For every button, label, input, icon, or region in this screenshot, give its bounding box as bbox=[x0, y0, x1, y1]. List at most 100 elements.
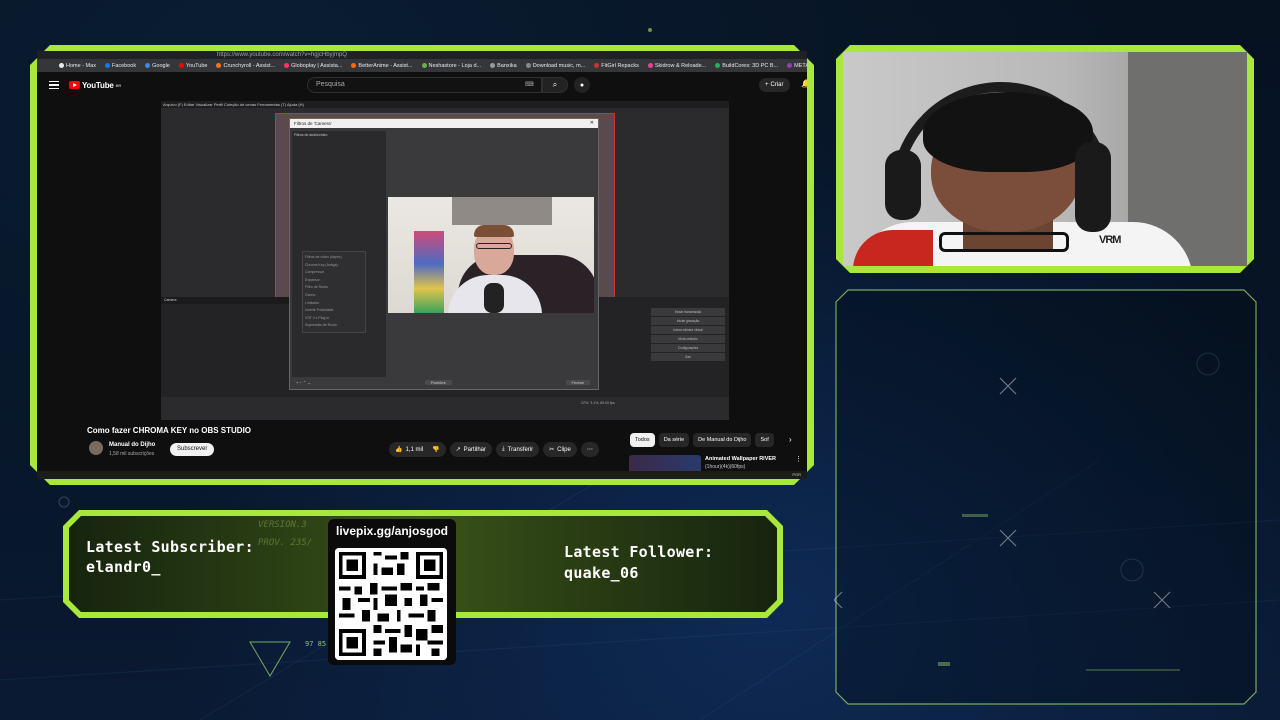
channel-name[interactable]: Manual do Dijho bbox=[109, 442, 155, 448]
filter-chip[interactable]: Todos bbox=[630, 433, 655, 447]
youtube-logo[interactable]: YouTube BR bbox=[69, 81, 121, 90]
address-bar[interactable]: https://www.youtube.com/watch?v=hgjcHbyj… bbox=[37, 51, 807, 59]
context-menu-item[interactable]: VST 2.x Plug-in bbox=[305, 315, 363, 323]
filter-chip[interactable]: Da série bbox=[658, 433, 690, 447]
create-button[interactable]: + Criar bbox=[759, 78, 790, 92]
obs-control-button[interactable]: Iniciar transmissão bbox=[651, 308, 725, 316]
bookmark-item[interactable]: Globoplay | Assista... bbox=[284, 63, 342, 69]
mic-icon[interactable]: ● bbox=[574, 77, 590, 93]
share-button[interactable]: ↗ Partilhar bbox=[449, 442, 493, 457]
obs-control-button[interactable]: Configurações bbox=[651, 344, 725, 352]
bookmark-item[interactable]: Skidrow & Reloade... bbox=[647, 63, 706, 69]
bell-icon[interactable]: 🔔 bbox=[801, 79, 807, 88]
filter-chip[interactable]: De Manual do Dijho bbox=[693, 433, 752, 447]
filter-chip[interactable]: Sof bbox=[755, 433, 774, 447]
download-icon: ⤓ bbox=[502, 446, 505, 452]
shirt-logo: VRM bbox=[1099, 234, 1121, 246]
bookmark-item[interactable]: META do WARZO... bbox=[787, 63, 807, 69]
avatar[interactable] bbox=[89, 441, 103, 455]
add-remove-icons[interactable]: + − ⌃ ⌄ bbox=[296, 380, 311, 385]
context-menu-item[interactable]: Expansor bbox=[305, 277, 363, 285]
dialog-footer: + − ⌃ ⌄ Padrões Fechar bbox=[292, 378, 594, 386]
bookmark-item[interactable]: YouTube bbox=[178, 63, 207, 69]
bookmark-icon bbox=[421, 63, 427, 68]
share-icon: ↗ bbox=[455, 447, 461, 453]
close-icon[interactable]: ✕ bbox=[590, 119, 594, 128]
latest-subscriber-name: elandr0_ bbox=[86, 558, 161, 576]
bookmark-icon bbox=[178, 63, 184, 68]
latest-follower-label: Latest Follower: bbox=[564, 543, 714, 561]
bookmark-item[interactable]: Banxika bbox=[490, 63, 517, 69]
bookmark-item[interactable]: Home - Max bbox=[59, 63, 96, 69]
bookmark-item[interactable]: Neshastore - Loja d... bbox=[421, 63, 481, 69]
dialog-title: Filtros de 'Camera' ✕ bbox=[290, 119, 598, 128]
context-menu-item[interactable]: Ganho bbox=[305, 292, 363, 300]
bookmark-item[interactable]: Google bbox=[145, 63, 170, 69]
bookmark-item[interactable]: FitGirl Repacks bbox=[594, 63, 639, 69]
close-button[interactable]: Fechar bbox=[565, 379, 590, 385]
search-icon: ⌕ bbox=[552, 80, 558, 89]
obs-control-button[interactable]: Modo estúdio bbox=[651, 335, 725, 343]
scissors-icon: ✂ bbox=[549, 447, 555, 453]
chevron-right-icon[interactable]: › bbox=[789, 435, 792, 444]
bookmark-item[interactable]: BetterAnime - Assist... bbox=[351, 63, 413, 69]
video-player[interactable]: Arquivo (F) Editar Visualizar Perfil Col… bbox=[161, 101, 729, 420]
context-menu-item[interactable]: Limitador bbox=[305, 300, 363, 308]
chat-panel bbox=[834, 289, 1257, 705]
qr-code[interactable] bbox=[335, 548, 447, 660]
filters-label: Filtros de áudio/vídeo bbox=[294, 133, 328, 137]
obs-control-button[interactable]: Iniciar gravação bbox=[651, 317, 725, 325]
context-menu-item[interactable]: Invertir Polaridade bbox=[305, 307, 363, 315]
language-indicator[interactable]: POR bbox=[792, 472, 801, 477]
like-button[interactable]: 👍 1,1 mil 👎 bbox=[389, 442, 446, 457]
video-actions: 👍 1,1 mil 👎 ↗ Partilhar ⤓ Transferir ✂ Clipe … bbox=[389, 442, 599, 457]
bookmark-icon bbox=[715, 63, 721, 68]
bookmark-icon bbox=[525, 63, 531, 68]
bookmark-icon bbox=[145, 63, 151, 68]
recommendation-chips: Todos Da série De Manual do Dijho Sof bbox=[630, 433, 774, 447]
obs-control-button[interactable]: Iniciar câmera virtual bbox=[651, 326, 725, 334]
thumbs-up-icon: 👍 bbox=[395, 447, 403, 453]
bookmark-icon bbox=[59, 63, 64, 68]
video-title: Como fazer CHROMA KEY no OBS STUDIO bbox=[87, 426, 252, 435]
context-menu-item[interactable]: Filtros de vídeo (Async) bbox=[305, 254, 363, 262]
more-icon: ⋯ bbox=[586, 447, 593, 453]
obs-filters-dialog: Filtros de 'Camera' ✕ Filtros de áudio/v… bbox=[289, 118, 599, 390]
menu-icon[interactable] bbox=[49, 81, 59, 89]
deco-version: VERSION.3 bbox=[258, 520, 307, 530]
recommendation-title[interactable]: Animated Wallpaper RIVER bbox=[705, 456, 785, 463]
obs-control-button[interactable]: Sair bbox=[651, 353, 725, 361]
youtube-header: YouTube BR Pesquisa ⌨ ⌕ ● + Criar 🔔 bbox=[37, 72, 807, 98]
taskbar: POR bbox=[37, 471, 807, 479]
search-input[interactable]: Pesquisa bbox=[307, 77, 542, 93]
deco-prov: PROV. 235/ bbox=[258, 538, 313, 548]
keyboard-icon[interactable]: ⌨ bbox=[525, 81, 534, 88]
more-vertical-icon[interactable]: ⋮ bbox=[795, 455, 802, 463]
browser-window: https://www.youtube.com/watch?v=hgjcHbyj… bbox=[37, 51, 807, 479]
latest-subscriber-label: Latest Subscriber: bbox=[86, 538, 254, 556]
bookmark-item[interactable]: BuildCores: 3D PC B... bbox=[715, 63, 778, 69]
latest-follower-name: quake_06 bbox=[564, 564, 639, 582]
context-menu-item[interactable]: Filtro de Ruído bbox=[305, 284, 363, 292]
context-menu-item[interactable]: Compressor bbox=[305, 269, 363, 277]
bookmark-item[interactable]: Crunchyroll - Assist... bbox=[216, 63, 275, 69]
webcam-feed: VRM bbox=[843, 52, 1247, 266]
defaults-button[interactable]: Padrões bbox=[424, 379, 452, 385]
download-button[interactable]: ⤓ Transferir bbox=[496, 442, 540, 457]
bookmark-icon bbox=[284, 63, 290, 68]
context-menu-item[interactable]: Supressão de Ruído bbox=[305, 322, 363, 330]
deco-number: 97 85 bbox=[305, 640, 327, 648]
bookmark-item[interactable]: Download music, m... bbox=[525, 63, 585, 69]
context-menu-item[interactable]: Chroma Key (Antiga) bbox=[305, 262, 363, 270]
obs-menubar: Arquivo (F) Editar Visualizar Perfil Col… bbox=[161, 101, 729, 108]
bookmark-icon bbox=[647, 63, 653, 68]
bookmark-item[interactable]: Facebook bbox=[104, 63, 136, 69]
context-menu: Filtros de vídeo (Async) Chroma Key (Anti… bbox=[302, 251, 366, 333]
search-button[interactable]: ⌕ bbox=[542, 77, 568, 93]
bookmark-icon bbox=[104, 63, 110, 68]
thumbs-down-icon[interactable]: 👎 bbox=[432, 446, 439, 453]
more-button[interactable]: ⋯ bbox=[580, 442, 599, 457]
subscribe-button[interactable]: Subscrever bbox=[170, 443, 215, 456]
bookmark-icon bbox=[490, 63, 496, 68]
clip-button[interactable]: ✂ Clipe bbox=[543, 442, 577, 457]
